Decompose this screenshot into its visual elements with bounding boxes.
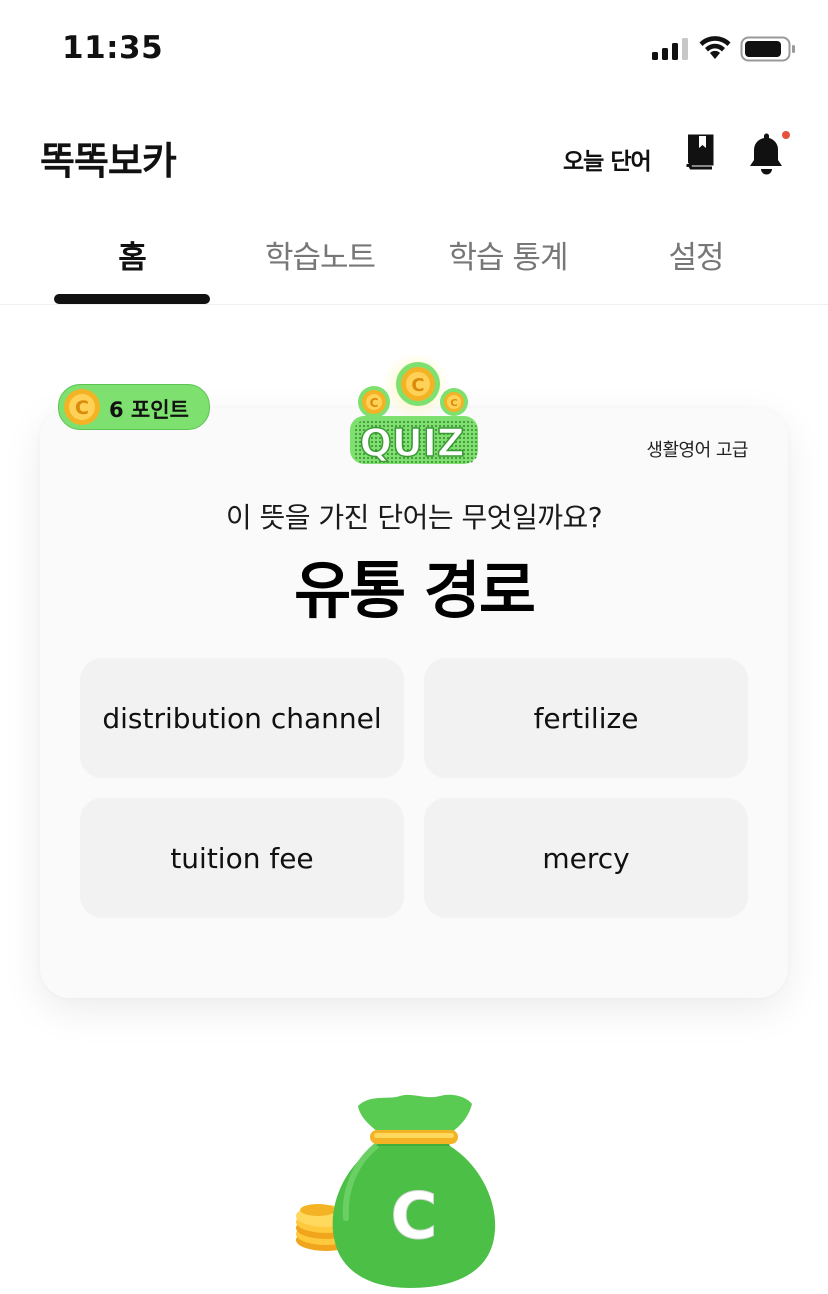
notification-dot: [782, 131, 790, 139]
battery-icon: [740, 36, 795, 62]
svg-text:QUIZ: QUIZ: [360, 421, 465, 465]
svg-text:C: C: [75, 397, 89, 419]
points-badge: C 6 포인트: [58, 384, 210, 430]
active-tab-indicator: [54, 294, 210, 304]
svg-text:C: C: [450, 398, 457, 409]
answer-option[interactable]: fertilize: [424, 658, 748, 778]
answer-option[interactable]: tuition fee: [80, 798, 404, 918]
today-word-button[interactable]: 오늘 단어: [563, 142, 652, 176]
status-time: 11:35: [62, 30, 164, 66]
svg-text:C: C: [370, 396, 379, 410]
tab-study-stats[interactable]: 학습 통계: [428, 232, 588, 277]
bell-icon[interactable]: [746, 130, 792, 178]
level-label: 생활영어 고급: [646, 440, 748, 461]
tab-bar: 홈 학습노트 학습 통계 설정: [0, 220, 828, 305]
money-bag-icon[interactable]: C: [292, 1088, 506, 1294]
coin-icon: C: [64, 389, 100, 425]
tab-study-notes[interactable]: 학습노트: [240, 232, 400, 277]
book-icon[interactable]: [684, 134, 716, 170]
tab-home[interactable]: 홈: [52, 232, 212, 277]
svg-text:C: C: [411, 375, 424, 396]
wifi-icon: [699, 36, 731, 59]
app-header: 똑똑보카 오늘 단어: [0, 110, 828, 200]
tab-settings[interactable]: 설정: [616, 232, 776, 277]
app-title: 똑똑보카: [40, 139, 177, 183]
status-bar: 11:35: [0, 0, 828, 100]
answer-option[interactable]: distribution channel: [80, 658, 404, 778]
answer-option[interactable]: mercy: [424, 798, 748, 918]
points-label: 6 포인트: [109, 398, 189, 422]
quiz-logo-icon: C C C QUIZ: [350, 356, 478, 466]
cellular-signal-icon: [652, 38, 688, 60]
quiz-question: 이 뜻을 가진 단어는 무엇일까요?: [225, 501, 603, 534]
svg-text:C: C: [391, 1180, 438, 1254]
quiz-meaning: 유통 경로: [294, 554, 536, 627]
